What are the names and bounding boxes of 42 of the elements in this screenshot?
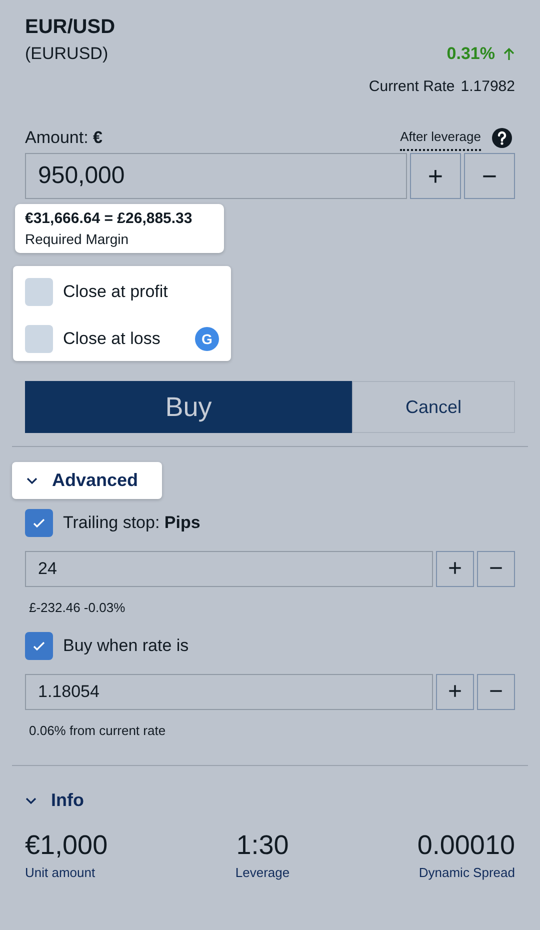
extension-badge[interactable]: G (195, 327, 219, 351)
checkbox[interactable] (25, 632, 53, 660)
stat-label: Leverage (235, 865, 290, 880)
change-percent: 0.31% (446, 44, 495, 64)
checkbox-label: Close at loss (63, 329, 160, 349)
chevron-icon (25, 796, 37, 804)
stat-value: 0.00010 (417, 829, 515, 861)
checkbox[interactable] (25, 509, 53, 537)
increase-button[interactable]: + (436, 674, 474, 710)
margin-label: Required Margin (25, 231, 130, 247)
decrease-button[interactable]: − (464, 153, 515, 199)
stat-label: Dynamic Spread (418, 865, 515, 880)
cancel-button[interactable]: Cancel (352, 381, 515, 433)
checkbox[interactable] (25, 278, 53, 306)
decrease-button[interactable]: − (477, 674, 515, 710)
after-leverage-link[interactable]: After leverage (400, 125, 481, 151)
margin-value: €31,666.64 = £26,885.33 (25, 210, 194, 227)
decrease-button[interactable]: − (477, 551, 515, 587)
advanced-toggle[interactable]: Advanced (12, 462, 162, 499)
stat-value: €1,000 (25, 829, 108, 861)
instrument-symbol: (EURUSD) (25, 44, 110, 64)
chevron-icon (26, 476, 38, 484)
checkbox-label: Buy when rate is (63, 636, 189, 656)
stat-value: 1:30 (236, 829, 289, 861)
checkbox-label: Close at profit (63, 282, 168, 302)
rate-value: 1.17982 (460, 78, 515, 95)
amount-label: Amount: € (25, 128, 104, 148)
field-note: 0.06% from current rate (29, 723, 167, 740)
checkbox-label: Trailing stop: Pips (63, 513, 200, 533)
stat-label: Unit amount (25, 865, 96, 880)
info-toggle[interactable]: Info (25, 790, 84, 811)
checkbox[interactable] (25, 325, 53, 353)
increase-button[interactable]: + (436, 551, 474, 587)
field-note: £-232.46 -0.03% (29, 600, 126, 617)
buy-button[interactable]: Buy (25, 381, 352, 433)
increase-button[interactable]: + (410, 153, 461, 199)
help-icon[interactable] (491, 127, 513, 149)
rate-label: Current Rate (368, 78, 455, 95)
amount-field[interactable]: 950,000 (25, 153, 407, 199)
value-field[interactable]: 1.18054 (25, 674, 433, 710)
instrument-name: EUR/USD (25, 15, 116, 40)
value-field[interactable]: 24 (25, 551, 433, 587)
